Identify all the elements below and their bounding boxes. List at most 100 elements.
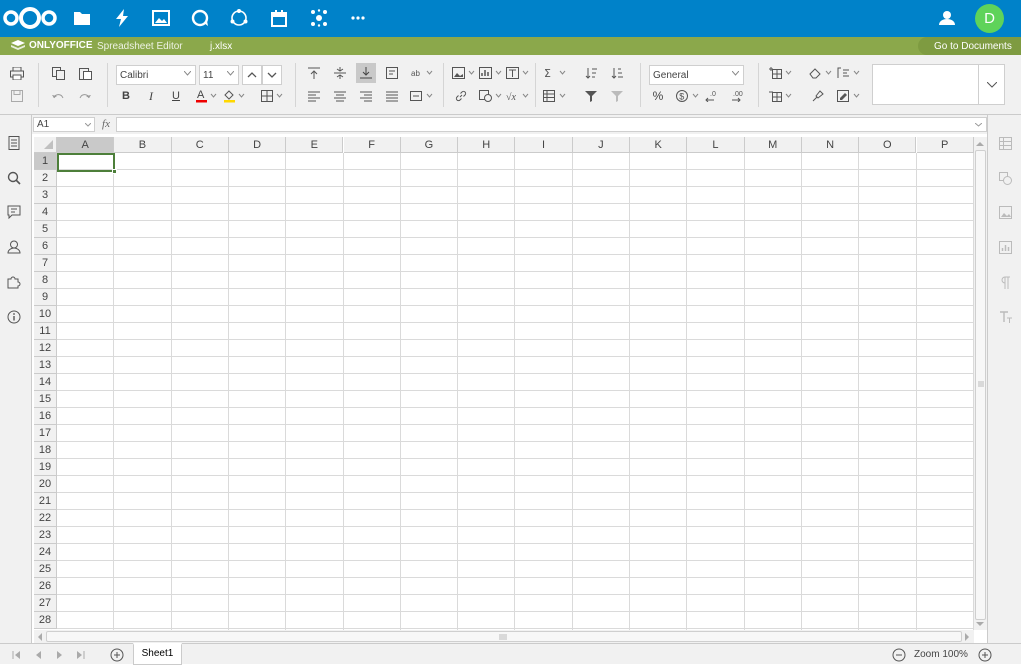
talk-icon[interactable] — [189, 7, 211, 29]
vertical-scrollbar[interactable] — [974, 137, 987, 630]
column-header-l[interactable]: L — [687, 137, 745, 153]
row-header-16[interactable]: 16 — [34, 408, 57, 425]
percent-button[interactable]: % — [648, 86, 668, 106]
undo-button[interactable] — [48, 86, 68, 106]
merge-cells-button[interactable] — [409, 86, 435, 106]
column-header-k[interactable]: K — [630, 137, 688, 153]
row-header-23[interactable]: 23 — [34, 527, 57, 544]
clear-button[interactable] — [808, 63, 834, 83]
insert-function-button[interactable]: fx — [98, 117, 114, 132]
underline-button[interactable]: U — [166, 86, 186, 106]
search-icon[interactable] — [7, 171, 21, 185]
sort-descending-button[interactable] — [607, 63, 627, 83]
zoom-in-icon[interactable] — [978, 648, 992, 662]
nextcloud-logo[interactable] — [2, 5, 58, 31]
scroll-left-icon[interactable] — [37, 633, 43, 641]
align-right-button[interactable] — [356, 86, 376, 106]
vertical-scroll-thumb[interactable] — [975, 150, 986, 620]
clear-filter-button[interactable] — [607, 86, 627, 106]
row-header-9[interactable]: 9 — [34, 289, 57, 306]
scroll-down-icon[interactable] — [976, 621, 984, 627]
zoom-out-icon[interactable] — [892, 648, 906, 662]
column-header-m[interactable]: M — [744, 137, 802, 153]
circles-icon[interactable] — [228, 7, 250, 29]
scroll-right-icon[interactable] — [964, 633, 970, 641]
row-header-10[interactable]: 10 — [34, 306, 57, 323]
print-button[interactable] — [7, 63, 27, 83]
decrease-font-button[interactable] — [262, 65, 282, 85]
column-header-a[interactable]: A — [57, 137, 115, 153]
row-header-17[interactable]: 17 — [34, 425, 57, 442]
add-sheet-icon[interactable] — [110, 648, 124, 662]
font-size-select[interactable]: 11 — [199, 65, 239, 85]
last-sheet-icon[interactable] — [76, 651, 85, 659]
more-apps-icon[interactable] — [347, 7, 369, 29]
row-header-27[interactable]: 27 — [34, 595, 57, 612]
spreadsheet-grid[interactable]: ABCDEFGHIJKLMNOP 1 2 3 4 5 6 7 8 9 10 11 12 13 14 15 16… — [34, 137, 974, 630]
photos-icon[interactable] — [150, 7, 172, 29]
fill-color-button[interactable] — [221, 86, 247, 106]
cell-settings-icon[interactable] — [999, 137, 1012, 150]
column-header-e[interactable]: E — [286, 137, 344, 153]
insert-cells-button[interactable] — [768, 63, 794, 83]
first-sheet-icon[interactable] — [12, 651, 21, 659]
align-middle-button[interactable] — [330, 63, 350, 83]
insert-textbox-button[interactable] — [505, 63, 531, 83]
contacts-icon[interactable] — [936, 7, 958, 29]
sum-button[interactable]: Σ — [542, 63, 568, 83]
comments-icon[interactable] — [7, 205, 21, 219]
horizontal-scrollbar[interactable] — [34, 630, 974, 643]
sort-ascending-button[interactable] — [581, 63, 601, 83]
selected-cell-a1[interactable] — [57, 153, 115, 172]
italic-button[interactable]: I — [141, 86, 161, 106]
integrations-icon[interactable] — [308, 7, 330, 29]
row-header-4[interactable]: 4 — [34, 204, 57, 221]
scroll-up-icon[interactable] — [976, 141, 984, 147]
decrease-decimal-button[interactable]: .0 — [701, 86, 721, 106]
row-header-21[interactable]: 21 — [34, 493, 57, 510]
row-header-12[interactable]: 12 — [34, 340, 57, 357]
formula-input[interactable] — [116, 117, 987, 132]
save-button[interactable] — [7, 86, 27, 106]
row-header-14[interactable]: 14 — [34, 374, 57, 391]
chat-user-icon[interactable] — [7, 240, 21, 254]
insert-chart-button[interactable] — [478, 63, 504, 83]
sheet-tab-sheet1[interactable]: Sheet1 — [133, 643, 182, 665]
column-header-n[interactable]: N — [801, 137, 860, 153]
borders-button[interactable] — [259, 86, 285, 106]
file-icon[interactable] — [7, 136, 21, 150]
column-header-d[interactable]: D — [228, 137, 287, 153]
text-art-settings-icon[interactable] — [999, 310, 1012, 323]
row-header-24[interactable]: 24 — [34, 544, 57, 561]
align-center-button[interactable] — [330, 86, 350, 106]
delete-cells-button[interactable] — [768, 86, 794, 106]
image-settings-icon[interactable] — [999, 206, 1012, 219]
justify-button[interactable] — [382, 86, 402, 106]
copy-style-button[interactable] — [808, 86, 828, 106]
column-header-f[interactable]: F — [343, 137, 401, 153]
paragraph-settings-icon[interactable] — [1000, 276, 1011, 289]
fill-handle[interactable] — [112, 169, 117, 174]
user-avatar[interactable]: D — [975, 4, 1004, 33]
column-header-h[interactable]: H — [458, 137, 516, 153]
chart-settings-icon[interactable] — [999, 241, 1012, 254]
row-header-25[interactable]: 25 — [34, 561, 57, 578]
column-header-g[interactable]: G — [400, 137, 459, 153]
insert-link-button[interactable] — [451, 86, 471, 106]
files-icon[interactable] — [71, 7, 93, 29]
about-icon[interactable] — [7, 310, 21, 324]
row-header-6[interactable]: 6 — [34, 238, 57, 255]
row-header-28[interactable]: 28 — [34, 612, 57, 629]
currency-button[interactable]: $ — [675, 86, 701, 106]
insert-image-button[interactable] — [451, 63, 477, 83]
row-header-15[interactable]: 15 — [34, 391, 57, 408]
align-bottom-button[interactable] — [356, 63, 376, 83]
column-header-o[interactable]: O — [859, 137, 917, 153]
number-format-select[interactable]: General — [649, 65, 744, 85]
row-header-1[interactable]: 1 — [34, 153, 57, 170]
increase-font-button[interactable] — [242, 65, 262, 85]
row-header-8[interactable]: 8 — [34, 272, 57, 289]
font-name-select[interactable]: Calibri — [116, 65, 196, 85]
row-header-22[interactable]: 22 — [34, 510, 57, 527]
row-header-3[interactable]: 3 — [34, 187, 57, 204]
